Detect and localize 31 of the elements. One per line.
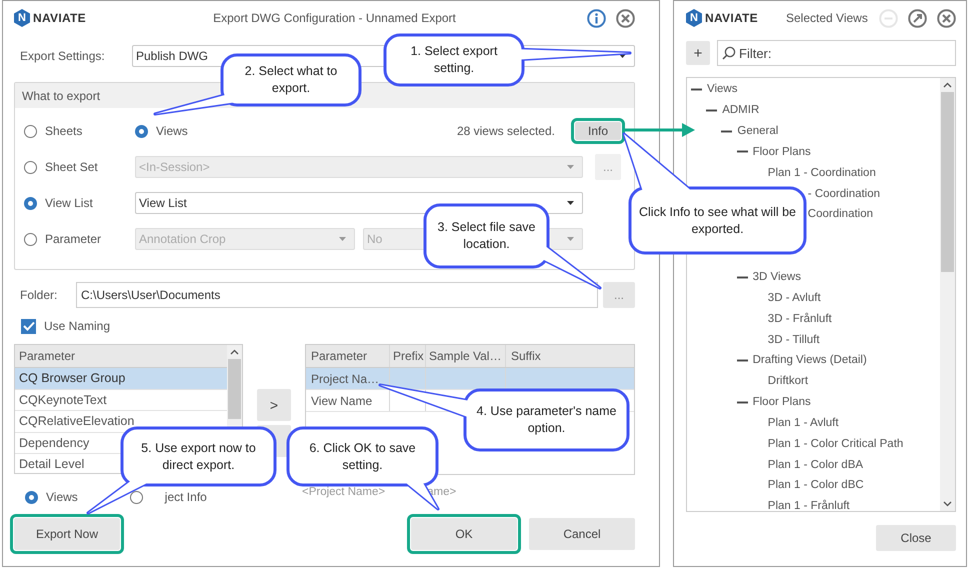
callout-text: 2. Select what to export.	[244, 63, 338, 97]
logo-text: NAVIATE	[705, 11, 758, 25]
radio-label: Views	[156, 124, 188, 138]
radio-label: Views	[46, 490, 78, 504]
callout-text: 1. Select export setting.	[410, 43, 498, 77]
radio-label: View List	[45, 196, 93, 210]
callout-text: 5. Use export now to direct export.	[140, 440, 257, 474]
naming-preview: <Project Name>	[302, 486, 386, 500]
callout-text: 4. Use parameter's name option.	[476, 403, 618, 437]
radio-label: ject Info	[164, 490, 207, 504]
callout-text: 3. Select file save location.	[436, 219, 536, 253]
logo-text: NAVIATE	[33, 11, 86, 25]
checkbox-label: Use Naming	[44, 319, 110, 333]
column-header: Prefix	[390, 345, 426, 367]
column-header: Suffix	[510, 348, 542, 365]
folder-label: Folder:	[19, 288, 58, 302]
views-count: 28 views selected.	[456, 124, 555, 138]
window-title: Selected Views	[786, 11, 869, 25]
radio-label: Parameter	[45, 232, 102, 246]
logo-mark: N	[14, 9, 30, 27]
column-header: Parameter	[15, 345, 227, 368]
radio-label: Sheet Set	[45, 160, 98, 174]
logo-mark: N	[686, 9, 702, 27]
column-header: Parameter	[306, 345, 390, 367]
export-settings-label: Export Settings:	[19, 49, 106, 63]
group-title: What to export	[22, 88, 100, 102]
column-header: Sample Val…	[426, 345, 506, 367]
callout-text: Click Info to see what will be exported.	[638, 204, 797, 238]
callout-text: 6. Click OK to save setting.	[308, 440, 417, 474]
window-title: Export DWG Configuration - Unnamed Export	[212, 11, 457, 25]
radio-label: Sheets	[45, 124, 82, 138]
